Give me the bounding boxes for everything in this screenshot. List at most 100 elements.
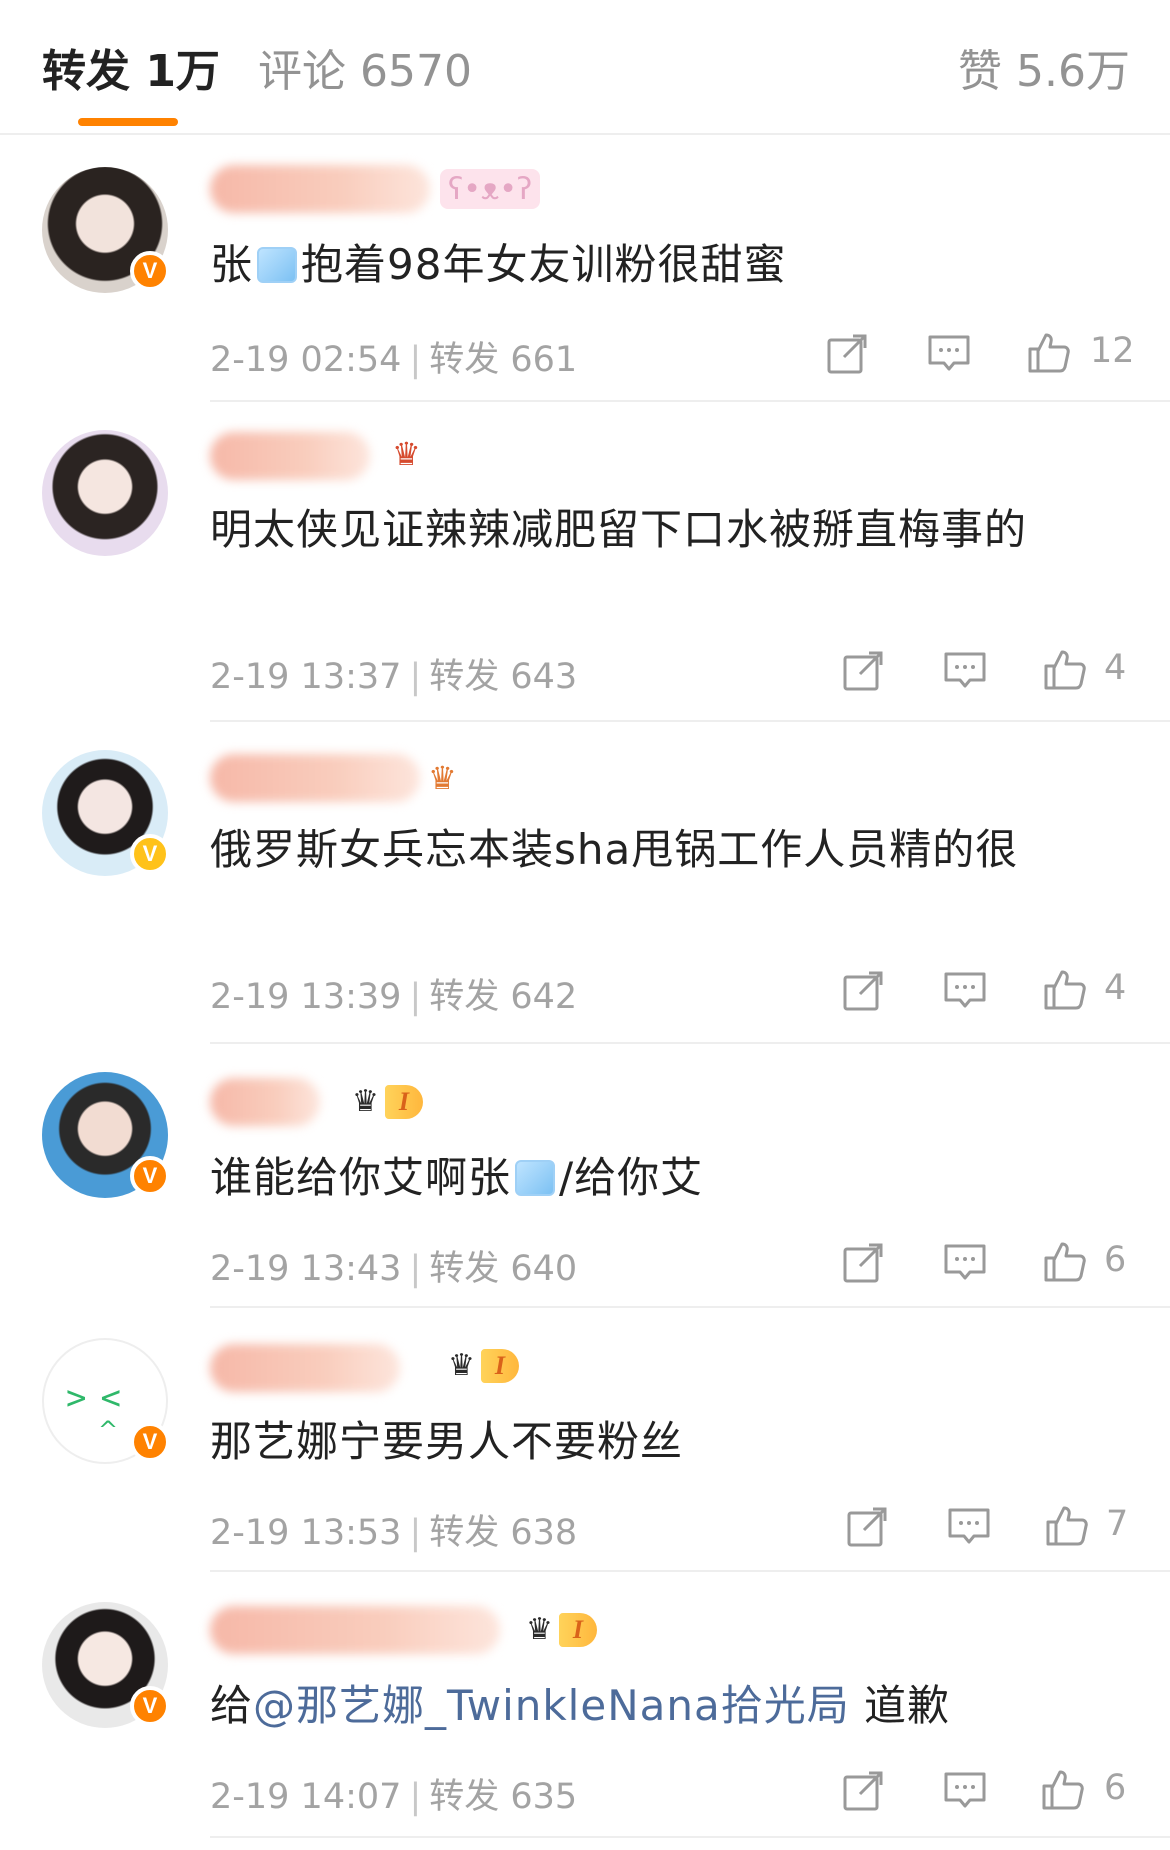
divider xyxy=(210,720,1170,722)
crown-icon: ♛ xyxy=(526,1612,553,1647)
tab-comments[interactable]: 评论 6570 xyxy=(258,42,472,102)
verified-icon: V xyxy=(130,1422,170,1462)
comment-icon xyxy=(944,652,986,688)
comment-meta: 2-19 14:07 | 转发 635 xyxy=(210,1768,577,1819)
fan-badge: ♛ xyxy=(420,758,465,798)
verified-icon: V xyxy=(130,1686,170,1726)
fan-level: I xyxy=(384,1085,424,1119)
comment-button[interactable] xyxy=(926,331,972,377)
meta-separator: | xyxy=(409,340,422,380)
active-tab-indicator xyxy=(78,118,178,126)
crown-icon: ♛ xyxy=(352,1084,379,1119)
repost-count: 转发 635 xyxy=(429,1777,578,1817)
fan-badge: ♛ I xyxy=(440,1346,527,1386)
like-count: 7 xyxy=(1106,1504,1129,1544)
avatar[interactable]: V xyxy=(42,1072,170,1198)
like-button[interactable] xyxy=(1042,966,1088,1012)
repost-count: 转发 661 xyxy=(429,340,578,380)
share-icon xyxy=(827,334,867,374)
share-icon xyxy=(843,651,883,691)
username-blurred[interactable] xyxy=(210,1606,500,1654)
meta-separator: | xyxy=(409,1249,422,1289)
share-button[interactable] xyxy=(840,968,886,1014)
divider xyxy=(210,400,1170,402)
comment-button[interactable] xyxy=(942,968,988,1014)
like-button[interactable] xyxy=(1040,1766,1086,1812)
comment-meta: 2-19 13:43 | 转发 640 xyxy=(210,1240,577,1291)
verified-icon: V xyxy=(130,251,170,291)
tab-repost[interactable]: 转发 1万 xyxy=(42,42,220,102)
share-button[interactable] xyxy=(840,648,886,694)
avatar[interactable]: >< ^ V xyxy=(42,1338,170,1464)
comment-text: 那艺娜宁要男人不要粉丝 xyxy=(210,1417,684,1466)
ice-emoji-icon xyxy=(515,1160,556,1196)
like-button[interactable] xyxy=(1042,1238,1088,1284)
avatar[interactable]: V xyxy=(42,1602,170,1728)
share-button[interactable] xyxy=(840,1768,886,1814)
avatar[interactable]: V xyxy=(42,167,170,293)
like-button[interactable] xyxy=(1042,646,1088,692)
comment-meta: 2-19 13:53 | 转发 638 xyxy=(210,1504,577,1555)
comment-button[interactable] xyxy=(942,648,988,694)
tab-likes[interactable]: 赞 5.6万 xyxy=(958,42,1130,102)
like-button[interactable] xyxy=(1026,329,1072,375)
avatar[interactable]: V xyxy=(42,750,170,876)
like-count: 4 xyxy=(1104,648,1127,688)
username-blurred[interactable] xyxy=(210,754,420,802)
divider xyxy=(210,1836,1170,1838)
username-blurred[interactable] xyxy=(210,1344,400,1392)
gem-icon: ♛ xyxy=(392,435,421,473)
divider xyxy=(210,1306,1170,1308)
like-button[interactable] xyxy=(1044,1502,1090,1548)
share-button[interactable] xyxy=(844,1504,890,1550)
repost-count: 转发 638 xyxy=(429,1513,578,1553)
comment-icon xyxy=(944,1244,986,1280)
verified-icon: V xyxy=(130,834,170,874)
comment-date: 2-19 14:07 xyxy=(210,1777,402,1817)
avatar[interactable] xyxy=(42,430,168,556)
divider xyxy=(210,1042,1170,1044)
fan-level: I xyxy=(558,1613,598,1647)
comment-date: 2-19 13:39 xyxy=(210,977,402,1017)
comment-icon xyxy=(948,1508,990,1544)
fan-badge: ♛ I xyxy=(518,1610,605,1650)
comment-meta: 2-19 13:39 | 转发 642 xyxy=(210,968,577,1019)
share-button[interactable] xyxy=(840,1240,886,1286)
thumbs-up-icon xyxy=(1042,1770,1084,1810)
ice-emoji-icon xyxy=(257,247,298,283)
username-blurred[interactable] xyxy=(210,165,430,213)
comment-button[interactable] xyxy=(946,1504,992,1550)
comment-date: 2-19 13:37 xyxy=(210,657,402,697)
repost-count: 转发 643 xyxy=(429,657,578,697)
fan-badge: ♛ I xyxy=(344,1082,431,1122)
comment-date: 2-19 13:43 xyxy=(210,1249,402,1289)
comment-button[interactable] xyxy=(942,1240,988,1286)
share-icon xyxy=(843,1243,883,1283)
gem-icon: ♛ xyxy=(428,759,457,797)
repost-count: 转发 642 xyxy=(429,977,578,1017)
thumbs-up-icon xyxy=(1044,1242,1086,1282)
share-icon xyxy=(843,971,883,1011)
meta-separator: | xyxy=(409,1513,422,1553)
comment-icon xyxy=(944,1772,986,1808)
share-icon xyxy=(847,1507,887,1547)
like-count: 6 xyxy=(1104,1240,1127,1280)
crown-icon: ♛ xyxy=(448,1348,475,1383)
fan-level: I xyxy=(480,1349,520,1383)
username-blurred[interactable] xyxy=(210,1078,320,1126)
mention-link[interactable]: @那艺娜_TwinkleNana拾光局 xyxy=(253,1681,850,1730)
verified-icon: V xyxy=(130,1156,170,1196)
comment-meta: 2-19 02:54 | 转发 661 xyxy=(210,331,577,382)
comment-icon xyxy=(928,335,970,371)
fan-badge: ʕ•ᴥ•ʔ xyxy=(440,169,541,209)
comment-text: 张抱着98年女友训粉很甜蜜 xyxy=(210,240,787,289)
share-icon xyxy=(843,1771,883,1811)
username-blurred[interactable] xyxy=(210,432,370,480)
comment-button[interactable] xyxy=(942,1768,988,1814)
share-button[interactable] xyxy=(824,331,870,377)
comment-meta: 2-19 13:37 | 转发 643 xyxy=(210,648,577,699)
thumbs-up-icon xyxy=(1044,970,1086,1010)
comment-text: 明太侠见证辣辣减肥留下口水被掰直梅事的 xyxy=(210,505,1028,554)
bear-icon: ʕ•ᴥ•ʔ xyxy=(448,171,533,207)
repost-count: 转发 640 xyxy=(429,1249,578,1289)
